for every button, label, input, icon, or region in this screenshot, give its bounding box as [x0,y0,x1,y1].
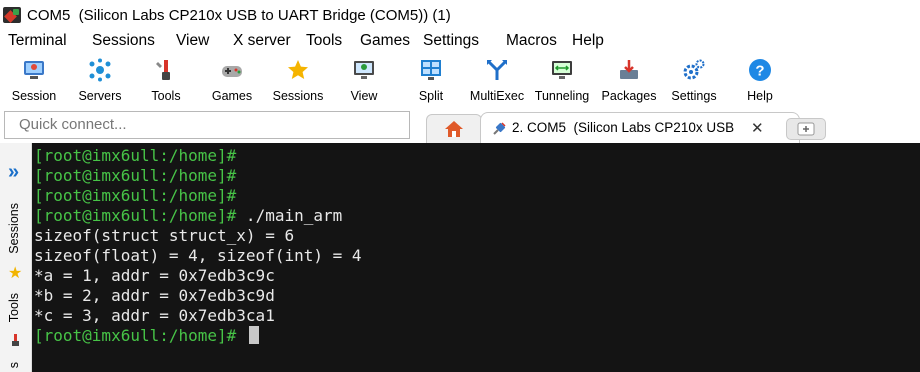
terminal-text: *c = 3, addr = 0x7edb3ca1 [34,306,275,325]
games-icon [222,66,242,77]
settings-button[interactable]: Settings [660,54,728,106]
terminal-text: *b = 2, addr = 0x7edb3c9d [34,286,275,305]
view-label: View [350,89,378,103]
quick-connect-input[interactable]: Quick connect... [4,111,410,139]
side-panel: » Sessions ★ Tools s [0,143,32,372]
menu-tools[interactable]: Tools [306,32,342,50]
side-tab-tools[interactable]: Tools [7,293,27,322]
window-title: COM5 (Silicon Labs CP210x USB to UART Br… [27,6,451,24]
split-icon [421,60,441,80]
star-icon [288,60,308,79]
plus-icon [797,122,815,136]
terminal-line: [root@imx6ull:/home]# ./main_arm [34,206,342,226]
side-tab-partial[interactable]: s [7,362,27,368]
terminal-cursor [248,326,259,344]
servers-button[interactable]: Servers [66,54,134,106]
tools-button[interactable]: Tools [132,54,200,106]
expand-sidebar-icon[interactable]: » [8,161,19,184]
svg-text:?: ? [755,63,764,80]
side-tab-sessions[interactable]: Sessions [7,203,27,254]
terminal-text: *a = 1, addr = 0x7edb3c9c [34,266,275,285]
multiexec-label: MultiExec [469,89,525,103]
tunneling-button[interactable]: Tunneling [528,54,596,106]
menu-help[interactable]: Help [572,32,604,50]
terminal-line: [root@imx6ull:/home]# [34,166,236,186]
terminal-line: *a = 1, addr = 0x7edb3c9c [34,266,275,286]
view-icon [354,61,374,79]
menu-sessions[interactable]: Sessions [92,32,155,50]
toolbar: Session Servers Tools Games Sessions Vie… [0,54,920,106]
tab-row: Quick connect... 2. COM5 (Silicon Labs C… [0,106,920,143]
menu-settings[interactable]: Settings [423,32,479,50]
terminal-text: sizeof(float) = 4, sizeof(int) = 4 [34,246,362,265]
packages-button[interactable]: Packages [595,54,663,106]
terminal-line: *b = 2, addr = 0x7edb3c9d [34,286,275,306]
terminal-prompt: [root@imx6ull:/home]# [34,326,237,345]
multiexec-icon [487,60,507,80]
session-icon [24,61,44,79]
terminal[interactable]: [root@imx6ull:/home]# [root@imx6ull:/hom… [32,143,920,372]
tunneling-label: Tunneling [534,89,590,103]
tab-com5[interactable]: 2. COM5 (Silicon Labs CP210x USB ✕ [480,112,800,143]
tools-icon [156,60,170,80]
terminal-line: sizeof(float) = 4, sizeof(int) = 4 [34,246,362,266]
gear-icon [683,59,705,80]
servers-label: Servers [78,89,122,103]
terminal-text: ./main_arm [236,206,343,225]
menu-terminal[interactable]: Terminal [8,32,67,50]
menu-bar: Terminal Sessions View X server Tools Ga… [0,30,920,54]
sessions-label: Sessions [272,89,324,103]
games-label: Games [211,89,253,103]
packages-label: Packages [601,89,657,103]
terminal-line: [root@imx6ull:/home]# [34,186,236,206]
terminal-text: sizeof(struct struct_x) = 6 [34,226,295,245]
tab-strip: 2. COM5 (Silicon Labs CP210x USB ✕ [420,108,920,143]
games-button[interactable]: Games [198,54,266,106]
menu-view[interactable]: View [176,32,209,50]
settings-label: Settings [671,89,717,103]
session-label: Session [11,89,57,103]
title-bar: COM5 (Silicon Labs CP210x USB to UART Br… [0,0,920,30]
tools-label: Tools [151,89,181,103]
app-logo-icon [3,7,21,23]
terminal-line: sizeof(struct struct_x) = 6 [34,226,294,246]
terminal-prompt: [root@imx6ull:/home]# [34,166,237,185]
sessions-button[interactable]: Sessions [264,54,332,106]
terminal-line: [root@imx6ull:/home]# [34,146,236,166]
serial-plug-icon [493,122,506,135]
tunneling-icon [552,61,572,79]
home-icon [445,121,463,137]
help-button[interactable]: ? Help [726,54,794,106]
home-tab[interactable] [426,114,482,143]
terminal-prompt: [root@imx6ull:/home]# [34,206,237,225]
servers-icon [89,58,111,82]
view-button[interactable]: View [330,54,398,106]
close-icon[interactable]: ✕ [751,119,764,137]
help-label: Help [747,89,773,103]
multiexec-button[interactable]: MultiExec [463,54,531,106]
terminal-prompt: [root@imx6ull:/home]# [34,146,237,165]
tab-com5-label: 2. COM5 (Silicon Labs CP210x USB [512,120,735,135]
help-icon: ? [749,59,771,81]
menu-games[interactable]: Games [360,32,410,50]
split-button[interactable]: Split [397,54,465,106]
terminal-prompt: [root@imx6ull:/home]# [34,186,237,205]
packages-icon [620,60,638,79]
new-tab-button[interactable] [786,118,826,140]
tools-icon [12,334,19,346]
star-icon: ★ [8,265,23,282]
menu-x-server[interactable]: X server [233,32,291,50]
session-button[interactable]: Session [0,54,68,106]
split-label: Split [418,89,444,103]
terminal-line: [root@imx6ull:/home]# [34,326,259,346]
terminal-line: *c = 3, addr = 0x7edb3ca1 [34,306,275,326]
menu-macros[interactable]: Macros [506,32,557,50]
